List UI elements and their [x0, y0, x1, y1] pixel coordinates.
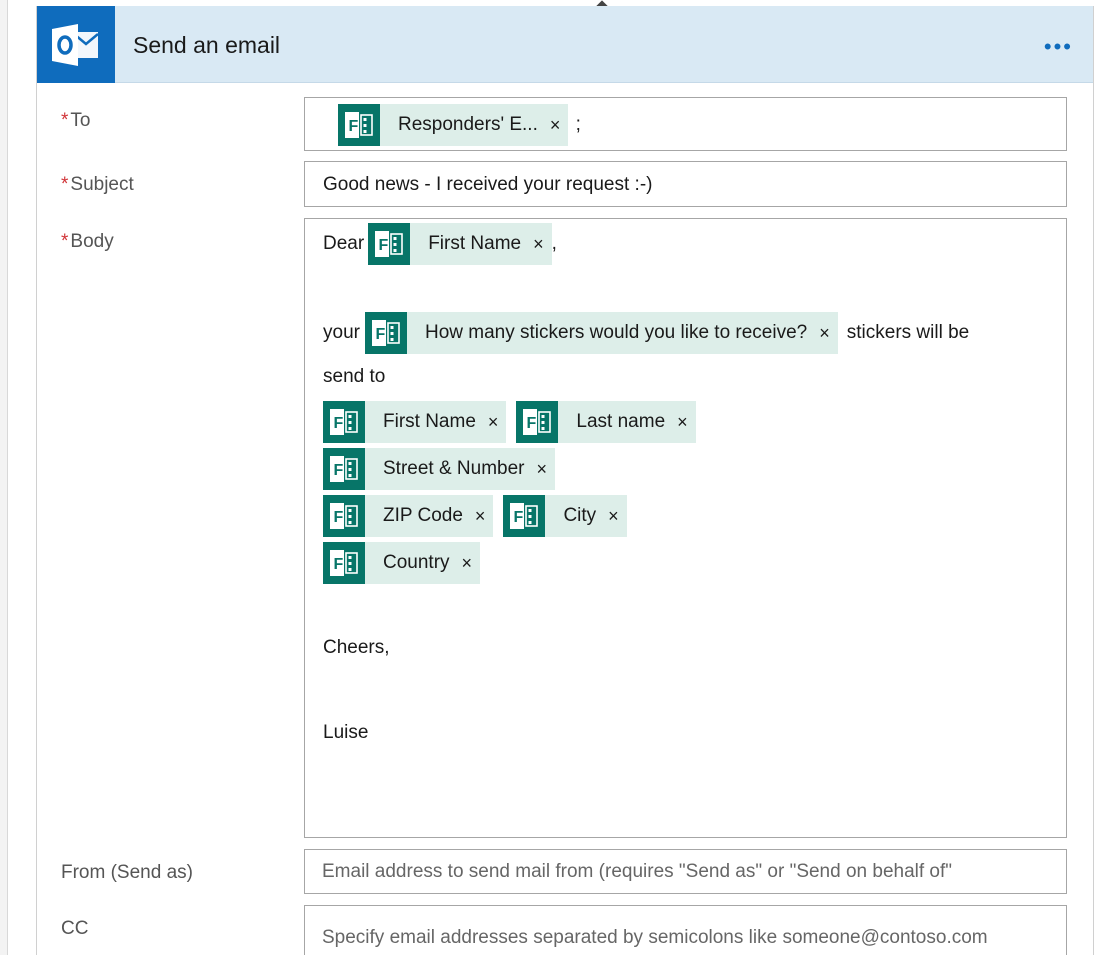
from-placeholder: Email address to send mail from (require… — [322, 861, 953, 882]
cc-field[interactable]: Specify email addresses separated by sem… — [304, 905, 1067, 955]
subject-field[interactable]: Good news - I received your request :-) — [304, 161, 1067, 207]
forms-icon: F — [368, 223, 411, 265]
outlook-icon — [37, 6, 115, 83]
forms-icon: F — [323, 542, 365, 584]
svg-text:F: F — [379, 237, 389, 254]
token-first-name: F First Name × — [323, 401, 507, 443]
remove-token-button[interactable]: × — [677, 412, 688, 433]
body-line-dear: Dear F First Name × , — [323, 223, 557, 265]
subject-value: Good news - I received your request :-) — [323, 174, 653, 195]
from-field[interactable]: Email address to send mail from (require… — [304, 849, 1067, 894]
forms-icon: F — [338, 104, 380, 146]
body-dear-text: Dear — [323, 233, 365, 254]
token-label: First Name — [428, 233, 522, 254]
svg-text:F: F — [334, 415, 344, 432]
remove-token-button[interactable]: × — [550, 115, 561, 136]
token-first-name: F First Name × — [368, 223, 552, 265]
body-line-stickers: your F How many stickers would you like … — [323, 312, 969, 354]
required-marker: * — [61, 231, 69, 252]
token-label: Responders' E... — [398, 114, 538, 135]
token-label: ZIP Code — [383, 505, 463, 526]
token-street: F Street & Number × — [323, 448, 556, 490]
token-responders-email: F Responders' E... × — [338, 104, 569, 146]
svg-text:F: F — [527, 415, 537, 432]
more-options-button[interactable]: ••• — [1044, 34, 1073, 60]
svg-text:F: F — [514, 509, 524, 526]
left-rail — [0, 0, 8, 955]
cc-label: CC — [61, 918, 89, 939]
remove-token-button[interactable]: × — [819, 323, 830, 344]
forms-icon: F — [323, 448, 365, 490]
token-zip: F ZIP Code × — [323, 495, 494, 537]
required-marker: * — [61, 110, 69, 131]
subject-label: * Subject — [61, 174, 134, 195]
body-line-street: F Street & Number × — [323, 448, 556, 490]
token-label: City — [563, 505, 597, 526]
required-marker: * — [61, 174, 69, 195]
remove-token-button[interactable]: × — [608, 506, 619, 527]
token-label: Last name — [576, 411, 666, 432]
forms-icon: F — [503, 495, 546, 537]
forms-icon: F — [516, 401, 559, 443]
remove-token-button[interactable]: × — [533, 234, 544, 255]
to-label: * To — [61, 110, 91, 131]
svg-text:F: F — [334, 509, 344, 526]
remove-token-button[interactable]: × — [462, 553, 473, 574]
cc-placeholder: Specify email addresses separated by sem… — [322, 927, 988, 948]
body-label: * Body — [61, 231, 114, 252]
token-stickers-question: F How many stickers would you like to re… — [364, 312, 838, 354]
body-dear-comma: , — [551, 233, 557, 254]
forms-icon: F — [323, 401, 365, 443]
send-email-card: Send an email ••• * To F Responders' E...… — [36, 0, 1094, 955]
token-label: Country — [383, 552, 450, 573]
token-label: First Name — [383, 411, 476, 432]
forms-icon: F — [364, 312, 407, 354]
svg-text:F: F — [334, 556, 344, 573]
to-field[interactable]: F Responders' E... × ; — [304, 97, 1067, 151]
forms-icon: F — [323, 495, 365, 537]
from-label: From (Send as) — [61, 862, 193, 883]
svg-text:F: F — [334, 462, 344, 479]
body-field[interactable]: Dear F First Name × , your F How many st… — [304, 218, 1067, 838]
body-cheers-text: Cheers, — [323, 637, 390, 658]
token-city: F City × — [503, 495, 627, 537]
svg-text:F: F — [375, 326, 385, 343]
remove-token-button[interactable]: × — [475, 506, 486, 527]
body-stickers-text: stickers will be — [846, 322, 970, 343]
body-your-text: your — [323, 322, 360, 343]
body-send-to-text: send to — [323, 366, 386, 387]
body-line-zip-city: F ZIP Code × F City × — [323, 495, 627, 537]
body-line-name: F First Name × F Last name × — [323, 401, 696, 443]
remove-token-button[interactable]: × — [537, 459, 548, 480]
card-header[interactable]: Send an email ••• — [37, 6, 1093, 83]
body-line-country: F Country × — [323, 542, 481, 584]
remove-token-button[interactable]: × — [488, 412, 499, 433]
card-title: Send an email — [133, 32, 281, 58]
svg-text:F: F — [349, 118, 359, 135]
token-last-name: F Last name × — [516, 401, 696, 443]
to-separator: ; — [575, 114, 581, 136]
token-label: Street & Number — [383, 458, 525, 479]
body-signature-text: Luise — [323, 722, 369, 743]
token-label: How many stickers would you like to rece… — [424, 322, 808, 343]
token-country: F Country × — [323, 542, 481, 584]
